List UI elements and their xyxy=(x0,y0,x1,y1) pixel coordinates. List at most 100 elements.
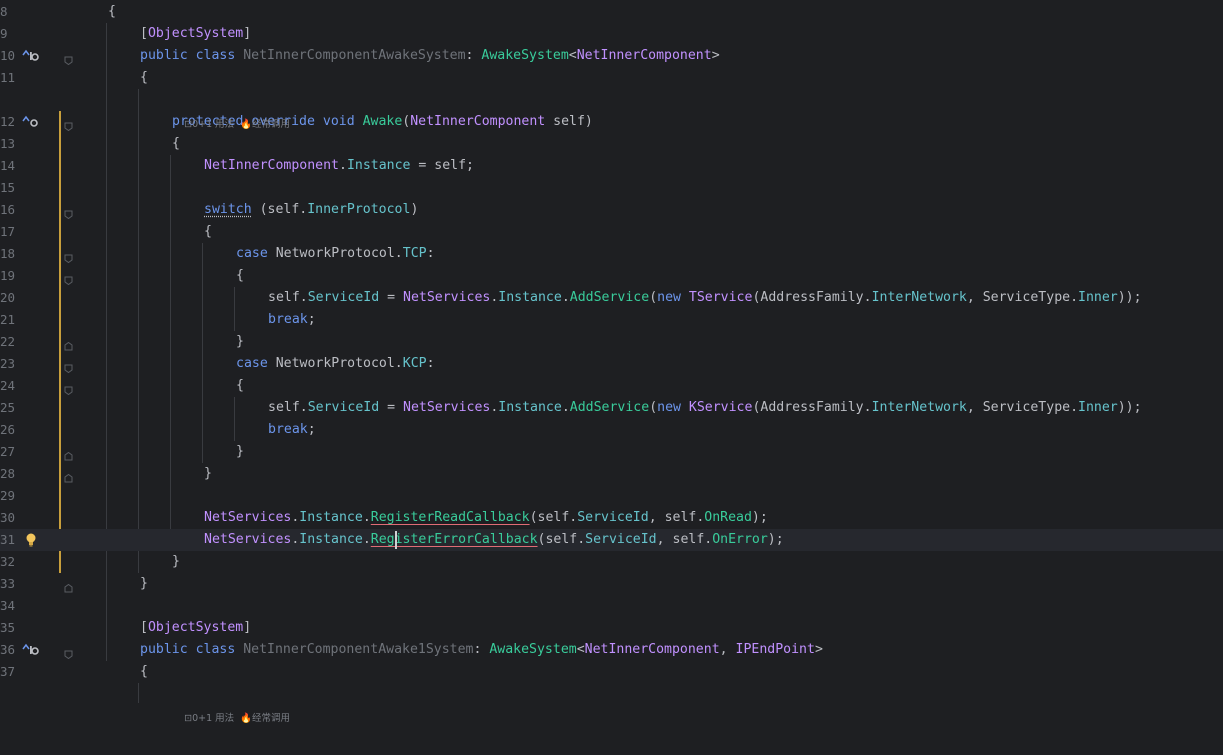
code-text[interactable]: NetInnerComponent.Instance = self; xyxy=(204,155,474,177)
code-text[interactable]: } xyxy=(236,331,244,353)
fold-marker[interactable] xyxy=(64,469,73,478)
usage-hint[interactable]: ⊡0+1 用法 🔥经常调用 xyxy=(172,89,290,111)
code-line[interactable]: 25 self.ServiceId = NetServices.Instance.… xyxy=(0,397,1223,419)
code-line[interactable]: 36 public class NetInnerComponentAwake1Sy… xyxy=(0,639,1223,661)
line-number[interactable]: 35 xyxy=(0,617,16,639)
line-number[interactable]: 36 xyxy=(0,639,16,661)
line-number[interactable]: 9 xyxy=(0,23,16,45)
code-text[interactable]: self.ServiceId = NetServices.Instance.Ad… xyxy=(268,287,1142,309)
line-number[interactable]: 18 xyxy=(0,243,16,265)
line-number[interactable]: 8 xyxy=(0,1,16,23)
code-line[interactable]: 14 NetInnerComponent.Instance = self; xyxy=(0,155,1223,177)
fold-marker[interactable] xyxy=(64,249,73,258)
bulb-icon[interactable] xyxy=(22,532,40,546)
code-line[interactable]: 13{ xyxy=(0,133,1223,155)
code-text[interactable]: { xyxy=(140,661,148,683)
code-text[interactable]: case NetworkProtocol.TCP: xyxy=(236,243,435,265)
code-line[interactable]: 31 NetServices.Instance.RegisterErrorCall… xyxy=(0,529,1223,551)
line-number[interactable]: 15 xyxy=(0,177,16,199)
line-number[interactable]: 13 xyxy=(0,133,16,155)
code-text[interactable]: [ObjectSystem] xyxy=(140,23,251,45)
code-text[interactable]: public class NetInnerComponentAwake1Syst… xyxy=(140,639,823,661)
line-number[interactable]: 27 xyxy=(0,441,16,463)
code-editor[interactable]: 8{9 [ObjectSystem] 10 public class NetInner… xyxy=(0,0,1223,696)
code-text[interactable]: NetServices.Instance.RegisterReadCallbac… xyxy=(204,507,768,529)
code-line[interactable]: 17 { xyxy=(0,221,1223,243)
code-line[interactable]: 27} xyxy=(0,441,1223,463)
line-number[interactable]: 28 xyxy=(0,463,16,485)
code-line[interactable]: 23 case NetworkProtocol.KCP: xyxy=(0,353,1223,375)
code-line[interactable]: 34 xyxy=(0,595,1223,617)
fold-marker[interactable] xyxy=(64,51,73,60)
code-line[interactable]: 29 xyxy=(0,485,1223,507)
code-line[interactable]: 26 break; xyxy=(0,419,1223,441)
code-text[interactable]: NetServices.Instance.RegisterErrorCallba… xyxy=(204,529,784,551)
line-number[interactable]: 21 xyxy=(0,309,16,331)
code-text[interactable]: { xyxy=(236,375,244,397)
code-line[interactable]: 20 self.ServiceId = NetServices.Instance.… xyxy=(0,287,1223,309)
line-number[interactable]: 12 xyxy=(0,111,16,133)
line-number[interactable]: 32 xyxy=(0,551,16,573)
code-line[interactable]: 19 { xyxy=(0,265,1223,287)
code-line[interactable]: 32} xyxy=(0,551,1223,573)
override-icon[interactable] xyxy=(21,115,39,129)
line-number[interactable]: 37 xyxy=(0,661,16,683)
fold-marker[interactable] xyxy=(64,337,73,346)
line-number[interactable]: 23 xyxy=(0,353,16,375)
line-number[interactable]: 16 xyxy=(0,199,16,221)
line-number[interactable]: 11 xyxy=(0,67,16,89)
line-number[interactable]: 26 xyxy=(0,419,16,441)
code-line[interactable]: 15 xyxy=(0,177,1223,199)
code-text[interactable]: } xyxy=(236,441,244,463)
line-number[interactable]: 33 xyxy=(0,573,16,595)
code-line[interactable]: 28} xyxy=(0,463,1223,485)
fold-marker[interactable] xyxy=(64,381,73,390)
code-text[interactable]: case NetworkProtocol.KCP: xyxy=(236,353,435,375)
code-line[interactable]: 18 case NetworkProtocol.TCP: xyxy=(0,243,1223,265)
usage-hint[interactable]: ⊡0+1 用法 🔥经常调用 xyxy=(172,683,290,705)
code-line[interactable]: 33} xyxy=(0,573,1223,595)
code-text[interactable]: public class NetInnerComponentAwakeSyste… xyxy=(140,45,720,67)
fold-marker[interactable] xyxy=(64,359,73,368)
code-line[interactable]: 35 [ObjectSystem] xyxy=(0,617,1223,639)
code-line[interactable]: 8{ xyxy=(0,1,1223,23)
code-text[interactable]: break; xyxy=(268,419,316,441)
line-number[interactable]: 29 xyxy=(0,485,16,507)
line-number[interactable]: 17 xyxy=(0,221,16,243)
code-line[interactable]: 21 break; xyxy=(0,309,1223,331)
code-text[interactable]: { xyxy=(140,67,148,89)
fold-marker[interactable] xyxy=(64,447,73,456)
code-text[interactable]: } xyxy=(204,463,212,485)
implemented-icon[interactable] xyxy=(21,49,39,63)
fold-marker[interactable] xyxy=(64,271,73,280)
code-line[interactable]: 11 { xyxy=(0,67,1223,89)
line-number[interactable]: 10 xyxy=(0,45,16,67)
fold-marker[interactable] xyxy=(64,205,73,214)
code-line[interactable]: 22} xyxy=(0,331,1223,353)
code-text[interactable]: } xyxy=(172,551,180,573)
code-text[interactable]: { xyxy=(236,265,244,287)
code-text[interactable]: { xyxy=(108,1,116,23)
line-number[interactable]: 30 xyxy=(0,507,16,529)
code-line[interactable]: 37 { xyxy=(0,661,1223,683)
fold-marker[interactable] xyxy=(64,645,73,654)
implemented-icon[interactable] xyxy=(21,643,39,657)
code-line[interactable]: 16 switch (self.InnerProtocol) xyxy=(0,199,1223,221)
fold-marker[interactable] xyxy=(64,579,73,588)
code-line[interactable]: 9 [ObjectSystem] xyxy=(0,23,1223,45)
line-number[interactable]: 31 xyxy=(0,529,16,551)
code-text[interactable]: break; xyxy=(268,309,316,331)
line-number[interactable]: 22 xyxy=(0,331,16,353)
fold-marker[interactable] xyxy=(64,117,73,126)
code-text[interactable]: self.ServiceId = NetServices.Instance.Ad… xyxy=(268,397,1142,419)
line-number[interactable]: 24 xyxy=(0,375,16,397)
code-text[interactable]: [ObjectSystem] xyxy=(140,617,251,639)
code-line[interactable]: 24 { xyxy=(0,375,1223,397)
line-number[interactable]: 19 xyxy=(0,265,16,287)
code-line[interactable]: 10 public class NetInnerComponentAwakeSys… xyxy=(0,45,1223,67)
code-line[interactable]: 30 NetServices.Instance.RegisterReadCallb… xyxy=(0,507,1223,529)
line-number[interactable]: 25 xyxy=(0,397,16,419)
code-text[interactable]: { xyxy=(204,221,212,243)
line-number[interactable]: 14 xyxy=(0,155,16,177)
line-number[interactable]: 20 xyxy=(0,287,16,309)
